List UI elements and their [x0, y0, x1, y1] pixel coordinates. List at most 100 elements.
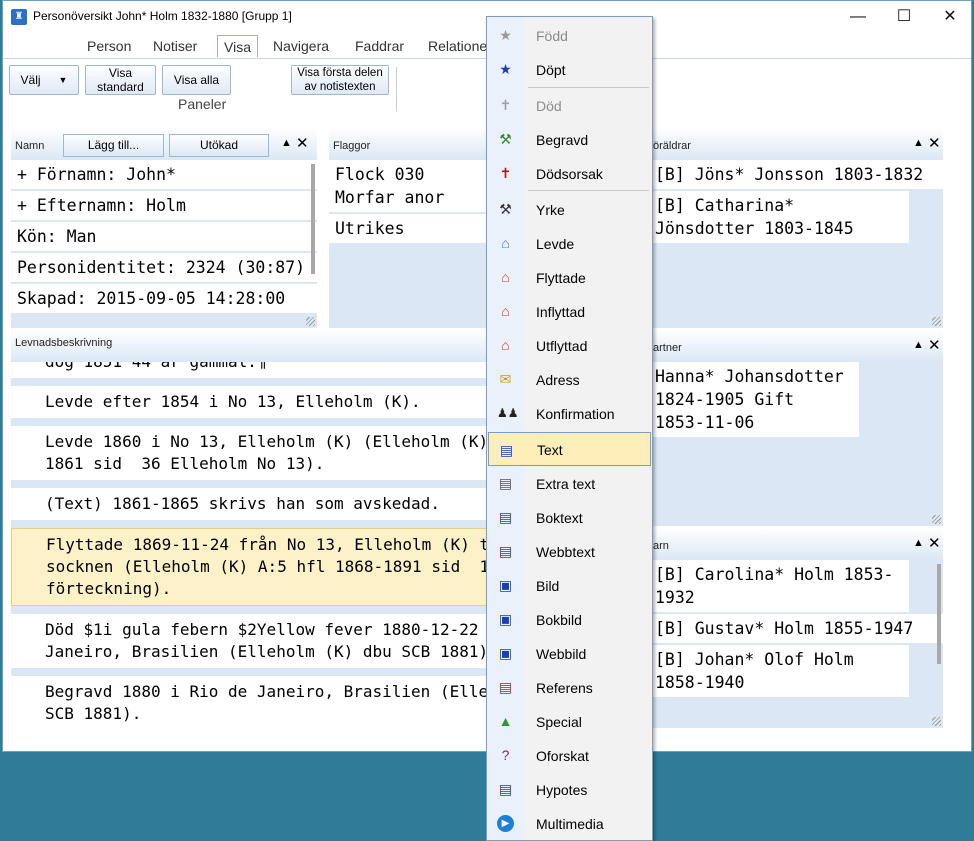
- selected-list-item[interactable]: Flyttade 1869-11-24 från No 13, Elleholm…: [11, 528, 491, 606]
- menu-item-dopt[interactable]: ★ Döpt: [487, 52, 652, 86]
- list-item[interactable]: Skapad: 2015-09-05 14:28:00: [11, 284, 317, 315]
- show-first-part-button[interactable]: Visa första delen av notistexten: [291, 65, 389, 95]
- menu-item-inflyttad[interactable]: ⌂ Inflyttad: [487, 294, 652, 328]
- menu-item-label: Text: [537, 442, 563, 458]
- menu-item-begravd[interactable]: ⚒ Begravd: [487, 122, 652, 156]
- menu-item-hypotes[interactable]: ▤ Hypotes: [487, 772, 652, 806]
- close-panel-icon[interactable]: ✕: [928, 534, 941, 552]
- menu-item-webbild[interactable]: ▣ Webbild: [487, 636, 652, 670]
- list-item[interactable]: [B] Gustav* Holm 1855-1947: [649, 614, 943, 645]
- tab-relationer[interactable]: Relatione: [428, 38, 487, 54]
- partner-panel: artner ▲ ✕ Hanna* Johansdotter 1824-1905…: [649, 330, 943, 526]
- window-title: Personöversikt John* Holm 1832-1880 [Gru…: [33, 9, 292, 23]
- show-all-button[interactable]: Visa alla: [162, 65, 231, 95]
- close-panel-icon[interactable]: ✕: [296, 134, 309, 152]
- cross-red-icon: ✝: [499, 165, 512, 181]
- menu-item-levde[interactable]: ⌂ Levde: [487, 226, 652, 260]
- collapse-icon[interactable]: ▲: [281, 137, 292, 149]
- list-item[interactable]: + Förnamn: John*: [11, 160, 317, 191]
- star-icon: ★: [499, 27, 512, 43]
- menu-item-fodd[interactable]: ★ Född: [487, 18, 652, 52]
- partner-list: Hanna* Johansdotter 1824-1905 Gift 1853-…: [649, 362, 943, 526]
- menu-item-bild[interactable]: ▣ Bild: [487, 568, 652, 602]
- menu-item-label: Utflyttad: [536, 338, 588, 354]
- life-description-header: Levnadsbeskrivning: [11, 330, 491, 362]
- scrollbar[interactable]: [937, 564, 941, 664]
- resize-grip[interactable]: [932, 717, 941, 726]
- menu-item-label: Webbild: [536, 646, 587, 662]
- minimize-button[interactable]: —: [835, 1, 881, 32]
- tab-person[interactable]: Person: [87, 38, 131, 54]
- collapse-icon[interactable]: ▲: [913, 137, 924, 149]
- tab-faddrar[interactable]: Faddrar: [355, 38, 404, 54]
- ribbon-group-label: Paneler: [178, 96, 227, 112]
- menu-item-multimedia[interactable]: ▶ Multimedia: [487, 806, 652, 840]
- menu-item-adress[interactable]: ✉ Adress: [487, 362, 652, 396]
- star-icon: ★: [499, 61, 512, 77]
- menu-item-bokbild[interactable]: ▣ Bokbild: [487, 602, 652, 636]
- menu-item-yrke[interactable]: ⚒ Yrke: [487, 192, 652, 226]
- list-item[interactable]: [B] Johan* Olof Holm 1858-1940: [649, 645, 909, 699]
- list-item[interactable]: [B] Carolina* Holm 1853-1932: [649, 560, 909, 614]
- list-item[interactable]: [B] Catharina* Jönsdotter 1803-1845: [649, 191, 909, 245]
- menu-item-referens[interactable]: ▤ Referens: [487, 670, 652, 704]
- add-name-button[interactable]: Lägg till...: [63, 134, 164, 157]
- menu-item-dodsorsak[interactable]: ✝ Dödsorsak: [487, 156, 652, 190]
- list-item[interactable]: Levde efter 1854 i No 13, Elleholm (K).: [11, 386, 491, 418]
- list-item[interactable]: dog 1851 44 år gammal.¶: [11, 362, 491, 378]
- list-item[interactable]: Levde 1860 i No 13, Elleholm (K) (Elleho…: [11, 426, 491, 480]
- list-item[interactable]: Kön: Man: [11, 222, 317, 253]
- scrollbar[interactable]: [311, 164, 315, 274]
- extended-button[interactable]: Utökad: [169, 134, 269, 157]
- list-item[interactable]: (Text) 1861-1865 skrivs han som avskedad…: [11, 488, 491, 520]
- select-dropdown-button[interactable]: Välj ▼: [9, 65, 79, 95]
- list-item[interactable]: + Efternamn: Holm: [11, 191, 317, 222]
- resize-grip[interactable]: [932, 317, 941, 326]
- list-item[interactable]: Död $1i gula febern $2Yellow fever 1880-…: [11, 614, 491, 668]
- menu-item-flyttade[interactable]: ⌂ Flyttade: [487, 260, 652, 294]
- menu-item-extra-text[interactable]: ▤ Extra text: [487, 466, 652, 500]
- list-item[interactable]: Utrikes: [329, 214, 491, 245]
- list-item[interactable]: Begravd 1880 i Rio de Janeiro, Brasilien…: [11, 676, 491, 728]
- warning-icon: ▲: [498, 713, 513, 729]
- show-standard-button[interactable]: Visa standard: [85, 65, 156, 95]
- menu-item-dod[interactable]: ✝ Död: [487, 88, 652, 122]
- tab-navigera[interactable]: Navigera: [273, 38, 329, 54]
- tab-notiser[interactable]: Notiser: [153, 38, 197, 54]
- tab-visa[interactable]: Visa: [217, 35, 258, 57]
- children-panel: arn ▲ ✕ [B] Carolina* Holm 1853-1932 [B]…: [649, 528, 943, 728]
- close-panel-icon[interactable]: ✕: [928, 134, 941, 152]
- children-list: [B] Carolina* Holm 1853-1932 [B] Gustav*…: [649, 560, 943, 728]
- list-item[interactable]: [B] Jöns* Jonsson 1803-1832: [649, 160, 943, 191]
- select-label: Välj: [20, 73, 41, 87]
- menu-item-utflyttad[interactable]: ⌂ Utflyttad: [487, 328, 652, 362]
- hammer-icon: ⚒: [499, 201, 512, 217]
- ribbon-separator: [396, 67, 397, 111]
- menu-item-label: Bild: [536, 578, 560, 594]
- shovel-icon: ⚒: [499, 131, 512, 147]
- collapse-icon[interactable]: ▲: [913, 537, 924, 549]
- menu-item-label: Begravd: [536, 132, 589, 148]
- menu-item-text[interactable]: ▤ Text: [488, 432, 651, 466]
- maximize-button[interactable]: ☐: [881, 1, 927, 32]
- resize-grip[interactable]: [306, 317, 315, 326]
- list-item[interactable]: Personidentitet: 2324 (30:87): [11, 253, 317, 284]
- list-item[interactable]: Hanna* Johansdotter 1824-1905 Gift 1853-…: [649, 362, 859, 439]
- chevron-down-icon: ▼: [58, 75, 68, 85]
- menu-item-label: Webbtext: [536, 544, 595, 560]
- menu-item-special[interactable]: ▲ Special: [487, 704, 652, 738]
- menu-separator: [528, 190, 649, 191]
- menu-item-label: Adress: [536, 372, 580, 388]
- menu-item-label: Extra text: [536, 476, 596, 492]
- add-note-context-menu: ★ Född ★ Döpt ✝ Död ⚒ Begravd ✝ Dödsorsa…: [486, 16, 653, 841]
- menu-item-konfirmation[interactable]: ♟♟ Konfirmation: [487, 396, 652, 430]
- close-button[interactable]: ✕: [927, 1, 971, 32]
- list-item[interactable]: Flock 030 Morfar anor: [329, 160, 491, 214]
- resize-grip[interactable]: [932, 515, 941, 524]
- menu-item-webbtext[interactable]: ▤ Webbtext: [487, 534, 652, 568]
- menu-item-oforskat[interactable]: ? Oforskat: [487, 738, 652, 772]
- close-panel-icon[interactable]: ✕: [928, 336, 941, 354]
- menu-item-boktext[interactable]: ▤ Boktext: [487, 500, 652, 534]
- collapse-icon[interactable]: ▲: [913, 339, 924, 351]
- menu-item-label: Döpt: [536, 62, 566, 78]
